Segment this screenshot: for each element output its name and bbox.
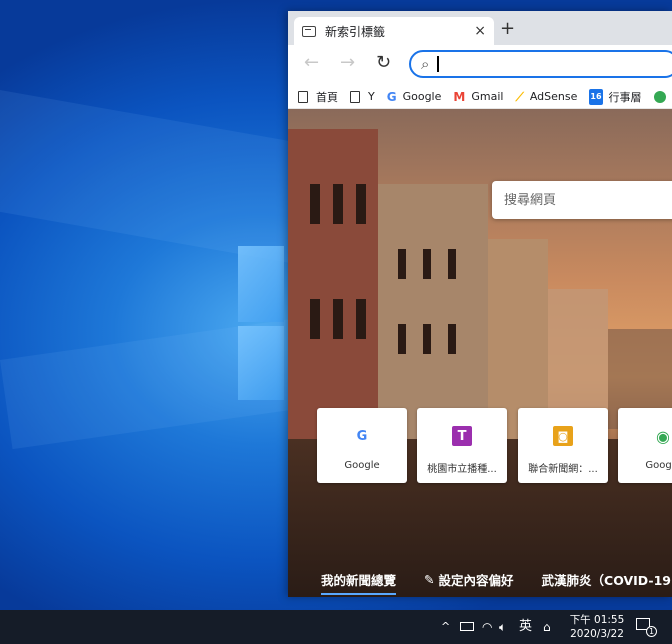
building-window: [333, 299, 343, 339]
windows-logo-pane: [238, 246, 284, 322]
building-window: [423, 249, 431, 279]
gmail-icon: M: [453, 89, 466, 104]
clock-time: 下午 01:55: [569, 614, 625, 626]
adsense-icon: ⟋: [515, 89, 524, 104]
notification-count-badge: 1: [646, 626, 657, 637]
network-wifi-icon[interactable]: ◠: [482, 619, 492, 635]
web-search-input[interactable]: [504, 192, 664, 208]
tile-label: 聯合新聞網：...: [528, 464, 598, 475]
favorite-home[interactable]: 首頁: [298, 89, 338, 105]
ime-icon[interactable]: ⌂: [543, 619, 551, 635]
tab-page-icon: [302, 25, 316, 37]
browser-toolbar: ← → ↻ ⌕: [288, 45, 672, 85]
top-site-tile-udn[interactable]: ◙ 聯合新聞網：...: [518, 408, 608, 483]
tile-label: 桃園市立播種...: [427, 464, 497, 475]
feedly-icon[interactable]: [653, 90, 666, 103]
top-site-tile-google-maps[interactable]: ◉ Google: [618, 408, 672, 483]
taskbar: ^ ◠ 🔈︎ 英 ⌂ 下午 01:55 2020/3/22 1: [0, 610, 672, 644]
building-window: [356, 184, 366, 224]
google-icon: G: [356, 428, 368, 444]
news-tabs: 我的新聞總覽 ✎ 設定內容偏好 武漢肺炎（COVID-19: [288, 561, 672, 597]
favorite-y[interactable]: Y: [350, 90, 375, 103]
favorite-adsense[interactable]: ⟋ AdSense: [515, 90, 577, 103]
building-window: [448, 324, 456, 354]
address-input[interactable]: [438, 56, 589, 72]
building-window: [310, 299, 320, 339]
page-icon: [350, 90, 360, 103]
back-button[interactable]: ←: [304, 53, 319, 73]
tab-new-tab[interactable]: 新索引標籤 ×: [294, 17, 494, 45]
building-window: [448, 249, 456, 279]
building-window: [423, 324, 431, 354]
web-search-box[interactable]: [492, 181, 672, 219]
maps-icon: ◉: [656, 426, 670, 446]
taskbar-clock[interactable]: 下午 01:55 2020/3/22: [567, 613, 627, 641]
clock-date: 2020/3/22: [570, 628, 624, 640]
news-tab-personalize[interactable]: ✎ 設定內容偏好: [424, 570, 514, 589]
top-site-tile-google[interactable]: G Google: [317, 408, 407, 483]
building-window: [356, 299, 366, 339]
building-window: [333, 184, 343, 224]
favorite-calendar[interactable]: 16 行事層: [589, 88, 642, 105]
new-tab-button[interactable]: +: [500, 20, 515, 38]
address-bar[interactable]: ⌕: [409, 50, 672, 78]
news-tab-covid[interactable]: 武漢肺炎（COVID-19: [542, 570, 671, 589]
tile-label: Google: [344, 460, 380, 471]
browser-window: 新索引標籤 × + ← → ↻ ⌕ 首頁 Y G Google M Gmail: [288, 11, 672, 597]
favorite-google[interactable]: G Google: [387, 90, 442, 103]
tile-label: Google: [645, 460, 672, 471]
t-icon: T: [452, 426, 472, 446]
search-icon: ⌕: [421, 55, 430, 73]
close-tab-icon[interactable]: ×: [474, 23, 486, 39]
volume-icon[interactable]: 🔈︎: [499, 619, 506, 635]
tab-strip: 新索引標籤 × +: [288, 11, 672, 45]
battery-icon[interactable]: [460, 622, 474, 631]
show-hidden-icons-chevron[interactable]: ^: [441, 619, 450, 635]
building-window: [398, 324, 406, 354]
favorite-gmail[interactable]: M Gmail: [453, 90, 503, 103]
news-tab-my-feed[interactable]: 我的新聞總覽: [321, 570, 397, 595]
building-window: [310, 184, 320, 224]
input-language-indicator[interactable]: 英: [519, 619, 532, 635]
building-window: [398, 249, 406, 279]
refresh-button[interactable]: ↻: [376, 53, 391, 73]
calendar-icon: 16: [589, 88, 603, 105]
pencil-icon: ✎: [424, 571, 435, 587]
favorites-bar: 首頁 Y G Google M Gmail ⟋ AdSense 16 行事層: [288, 85, 672, 109]
home-page-icon: [298, 90, 308, 103]
forward-button[interactable]: →: [340, 53, 355, 73]
top-site-tile-taoyuan[interactable]: T 桃園市立播種...: [417, 408, 507, 483]
tab-title: 新索引標籤: [325, 24, 386, 39]
windows-logo-pane: [238, 326, 284, 400]
google-icon: G: [386, 89, 397, 104]
udn-icon: ◙: [553, 426, 573, 446]
new-tab-page: G Google T 桃園市立播種... ◙ 聯合新聞網：... ◉ Googl…: [288, 109, 672, 597]
